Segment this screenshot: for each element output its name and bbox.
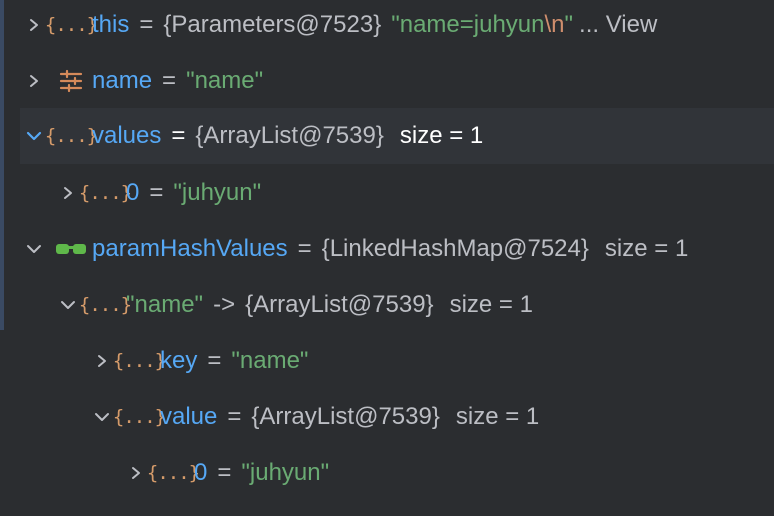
- equals-sign: =: [162, 67, 177, 94]
- equals-sign: =: [297, 235, 312, 262]
- variable-name: 0: [194, 459, 208, 486]
- equals-sign: =: [207, 347, 222, 374]
- variable-name: this: [92, 11, 130, 38]
- variable-name: paramHashValues: [92, 235, 288, 262]
- field-settings-icon: [54, 67, 88, 95]
- equals-sign: =: [171, 122, 186, 149]
- string-value: "name": [231, 347, 309, 374]
- variable-name: key: [160, 347, 198, 374]
- tree-row-paramHashValues[interactable]: paramHashValues = {LinkedHashMap@7524} s…: [0, 221, 774, 277]
- type-reference: {ArrayList@7539}: [245, 291, 434, 318]
- chevron-down-icon[interactable]: [22, 237, 46, 261]
- equals-sign: =: [217, 459, 232, 486]
- tree-row-name[interactable]: name = "name": [0, 53, 774, 109]
- string-value-prefix: "name=juhyun: [391, 11, 545, 38]
- string-value: "juhyun": [173, 179, 262, 206]
- tree-row-values[interactable]: {...} values = {ArrayList@7539} size = 1: [20, 108, 774, 164]
- watch-glasses-icon: [54, 235, 88, 263]
- variable-name: name: [92, 67, 153, 94]
- debugger-variables-panel: {...} this = {Parameters@7523} "name=juh…: [0, 0, 774, 516]
- object-icon: {...}: [146, 462, 200, 484]
- string-value-suffix: ": [564, 11, 574, 38]
- equals-sign: =: [149, 179, 164, 206]
- map-arrow: ->: [213, 291, 236, 318]
- size-label: size = 1: [604, 235, 689, 262]
- tree-row-value-0[interactable]: {...} 0 = "juhyun": [0, 445, 774, 501]
- type-reference: {Parameters@7523}: [163, 11, 382, 38]
- object-icon: {...}: [112, 406, 166, 428]
- chevron-right-icon[interactable]: [22, 13, 46, 37]
- size-label: size = 1: [455, 403, 540, 430]
- chevron-down-icon[interactable]: [56, 293, 80, 317]
- object-icon: {...}: [44, 125, 98, 147]
- type-reference: {ArrayList@7539}: [251, 403, 440, 430]
- map-key: "name": [126, 291, 204, 318]
- string-value: "name=juhyun\n": [391, 11, 573, 39]
- variable-name: values: [92, 122, 162, 149]
- chevron-down-icon[interactable]: [90, 405, 114, 429]
- chevron-down-icon[interactable]: [22, 124, 46, 148]
- size-label: size = 1: [399, 122, 484, 149]
- string-value: "name": [186, 67, 264, 94]
- tree-row-this[interactable]: {...} this = {Parameters@7523} "name=juh…: [0, 0, 774, 53]
- view-link[interactable]: ... View: [579, 11, 657, 39]
- chevron-right-icon[interactable]: [56, 181, 80, 205]
- object-icon: {...}: [112, 350, 166, 372]
- chevron-right-icon[interactable]: [90, 349, 114, 373]
- object-icon: {...}: [78, 182, 132, 204]
- equals-sign: =: [139, 11, 154, 38]
- tree-row-key[interactable]: {...} key = "name": [0, 333, 774, 389]
- variable-name: value: [160, 403, 218, 430]
- equals-sign: =: [227, 403, 242, 430]
- variable-name: 0: [126, 179, 140, 206]
- tree-row-map-entry[interactable]: {...} "name" -> {ArrayList@7539} size = …: [0, 277, 774, 333]
- tree-row-value[interactable]: {...} value = {ArrayList@7539} size = 1: [0, 389, 774, 445]
- string-value: "juhyun": [241, 459, 330, 486]
- size-label: size = 1: [449, 291, 533, 318]
- type-reference: {LinkedHashMap@7524}: [321, 235, 589, 262]
- object-icon: {...}: [44, 14, 98, 36]
- chevron-right-icon[interactable]: [124, 461, 148, 485]
- chevron-right-icon[interactable]: [22, 69, 46, 93]
- object-icon: {...}: [78, 294, 132, 316]
- escape-sequence: \n: [544, 11, 565, 38]
- type-reference: {ArrayList@7539}: [195, 122, 384, 149]
- tree-row-values-0[interactable]: {...} 0 = "juhyun": [0, 165, 774, 221]
